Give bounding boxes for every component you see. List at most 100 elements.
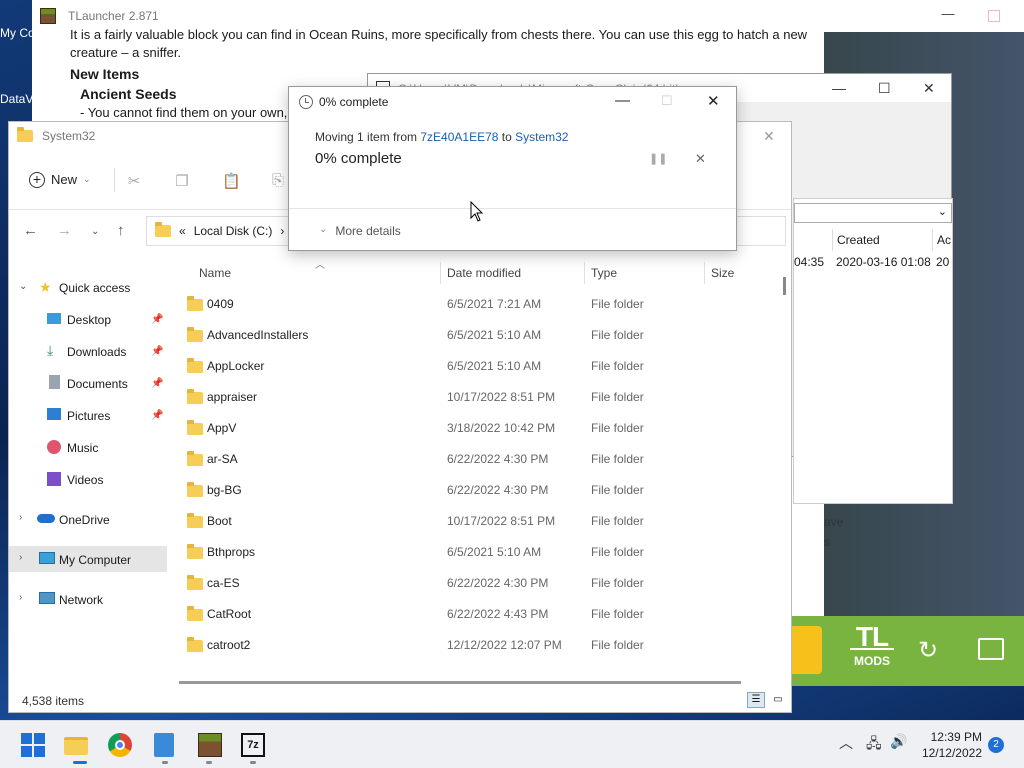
column-type[interactable]: Type: [591, 266, 617, 280]
table-row[interactable]: ar-SA 6/22/2022 4:30 PM File folder: [169, 444, 779, 475]
more-details-label: More details: [335, 224, 401, 238]
notification-badge[interactable]: 2: [988, 737, 1004, 753]
sidebar-item-my-computer[interactable]: › My Computer: [9, 546, 167, 572]
sevenzip-minimize-button[interactable]: —: [832, 80, 846, 96]
refresh-icon[interactable]: ↻: [918, 636, 944, 664]
folder-icon: [187, 358, 203, 373]
chevron-right-icon[interactable]: ›: [19, 512, 22, 523]
new-button[interactable]: + New ⌄: [29, 171, 91, 188]
play-button[interactable]: [792, 626, 822, 674]
breadcrumb-chevron-icon[interactable]: ›: [280, 224, 284, 238]
volume-icon[interactable]: 🔊: [890, 733, 907, 750]
file-list-header: ︿ Name Date modified Type Size: [169, 260, 779, 284]
tlauncher-taskbar-icon[interactable]: [198, 733, 222, 757]
network-icon: [39, 592, 55, 604]
sevenzip-taskbar-icon[interactable]: 7z: [241, 733, 265, 757]
back-arrow-icon[interactable]: ←: [23, 222, 38, 239]
plus-icon: +: [29, 171, 45, 188]
desktop-icon-my-computer[interactable]: My Co: [0, 26, 34, 40]
sidebar-item-documents[interactable]: Documents 📌: [9, 370, 167, 396]
forward-arrow-icon[interactable]: →: [57, 222, 72, 239]
file-type: File folder: [591, 421, 644, 435]
paste-icon[interactable]: 📋: [222, 172, 241, 190]
notepad-taskbar-icon[interactable]: [154, 733, 174, 757]
source-link[interactable]: 7zE40A1EE78: [420, 130, 498, 144]
table-row[interactable]: AdvancedInstallers 6/5/2021 5:10 AM File f…: [169, 320, 779, 351]
explorer-title: System32: [42, 129, 96, 143]
cell-accessed: 20: [936, 255, 950, 269]
sidebar-item-onedrive[interactable]: › OneDrive: [9, 506, 167, 532]
file-date: 6/5/2021 5:10 AM: [447, 328, 542, 342]
desktop-icon-data[interactable]: DataV: [0, 92, 34, 106]
dialog-close-button[interactable]: ✕: [707, 92, 720, 110]
column-divider[interactable]: [704, 262, 705, 284]
sevenzip-maximize-button[interactable]: ☐: [878, 80, 891, 97]
chevron-right-icon[interactable]: ›: [19, 592, 22, 603]
explorer-close-button[interactable]: ✕: [763, 128, 775, 145]
tlauncher-close-button[interactable]: [984, 6, 1004, 26]
pause-button[interactable]: ❚❚: [649, 152, 667, 165]
sidebar-item-pictures[interactable]: Pictures 📌: [9, 402, 167, 428]
table-row[interactable]: appraiser 10/17/2022 8:51 PM File folder: [169, 382, 779, 413]
sidebar-item-quick-access[interactable]: ⌄ ★ Quick access: [9, 274, 167, 300]
sevenzip-path-combo[interactable]: ⌄: [794, 203, 952, 223]
breadcrumb-overflow-icon[interactable]: «: [179, 224, 186, 238]
chevron-down-icon[interactable]: ⌄: [19, 281, 27, 292]
table-row[interactable]: ca-ES 6/22/2022 4:30 PM File folder: [169, 568, 779, 599]
tlauncher-minimize-button[interactable]: —: [938, 6, 958, 26]
file-type: File folder: [591, 328, 644, 342]
sidebar-item-desktop[interactable]: Desktop 📌: [9, 306, 167, 332]
column-divider[interactable]: [440, 262, 441, 284]
network-status-icon[interactable]: 🖧: [866, 733, 882, 757]
file-name: CatRoot: [207, 607, 252, 621]
copy-icon[interactable]: ❐: [174, 172, 190, 190]
tl-mods-button[interactable]: TL MODS: [850, 623, 894, 674]
sidebar-item-music[interactable]: Music: [9, 434, 167, 460]
file-explorer-taskbar-icon[interactable]: [64, 737, 88, 755]
system-clock[interactable]: 12:39 PM 12/12/2022: [914, 729, 982, 761]
horizontal-scrollbar[interactable]: [179, 681, 741, 684]
column-name[interactable]: Name: [199, 266, 231, 280]
table-row[interactable]: Bthprops 6/5/2021 5:10 AM File folder: [169, 537, 779, 568]
cut-icon[interactable]: ✂: [126, 172, 142, 190]
table-row[interactable]: Boot 10/17/2022 8:51 PM File folder: [169, 506, 779, 537]
chevron-right-icon[interactable]: ›: [19, 552, 22, 563]
show-hidden-icons-chevron-icon[interactable]: ︿: [839, 733, 853, 753]
sevenzip-close-button[interactable]: ✕: [923, 80, 935, 97]
dialog-maximize-button[interactable]: ☐: [661, 93, 673, 109]
start-button[interactable]: [21, 733, 45, 757]
folder-icon[interactable]: [978, 638, 1004, 660]
table-row[interactable]: 0409 6/5/2021 7:21 AM File folder: [169, 289, 779, 320]
table-row[interactable]: bg-BG 6/22/2022 4:30 PM File folder: [169, 475, 779, 506]
table-row[interactable]: CatRoot 6/22/2022 4:43 PM File folder: [169, 599, 779, 630]
rename-icon[interactable]: ⎘: [270, 172, 286, 189]
article-paragraph: It is a fairly valuable block you can fi…: [70, 27, 808, 60]
more-details-toggle[interactable]: ⌄ More details: [319, 224, 401, 238]
column-accessed[interactable]: Ac: [932, 229, 954, 251]
column-created[interactable]: Created: [832, 229, 932, 251]
table-row[interactable]: AppV 3/18/2022 10:42 PM File folder: [169, 413, 779, 444]
column-divider[interactable]: [584, 262, 585, 284]
vertical-scrollbar[interactable]: [783, 277, 786, 295]
breadcrumb-local-disk[interactable]: Local Disk (C:): [194, 224, 273, 238]
sevenzip-file-list[interactable]: ⌄ Created Ac 04:35 2020-03-16 01:08 20: [793, 198, 953, 504]
chrome-taskbar-icon[interactable]: [108, 733, 132, 757]
sidebar-item-label: Documents: [67, 377, 128, 391]
sidebar-item-downloads[interactable]: ⤓ Downloads 📌: [9, 338, 167, 364]
cancel-operation-button[interactable]: ✕: [695, 151, 706, 167]
details-view-icon[interactable]: ☰: [747, 692, 765, 708]
destination-link[interactable]: System32: [515, 130, 568, 144]
tiles-view-icon[interactable]: ▭: [769, 692, 787, 708]
column-size[interactable]: Size: [711, 266, 734, 280]
column-date-modified[interactable]: Date modified: [447, 266, 521, 280]
sidebar-item-network[interactable]: › Network: [9, 586, 167, 612]
table-row[interactable]: AppLocker 6/5/2021 5:10 AM File folder: [169, 351, 779, 382]
desktop-icon: [47, 313, 61, 324]
file-date: 10/17/2022 8:51 PM: [447, 390, 556, 404]
dialog-minimize-button[interactable]: —: [615, 92, 630, 109]
recent-locations-chevron-icon[interactable]: ⌄: [91, 226, 99, 237]
up-arrow-icon[interactable]: ↑: [117, 222, 125, 239]
move-prefix: Moving 1 item from: [315, 130, 421, 144]
table-row[interactable]: catroot2 12/12/2022 12:07 PM File folder: [169, 630, 779, 661]
sidebar-item-videos[interactable]: Videos: [9, 466, 167, 492]
